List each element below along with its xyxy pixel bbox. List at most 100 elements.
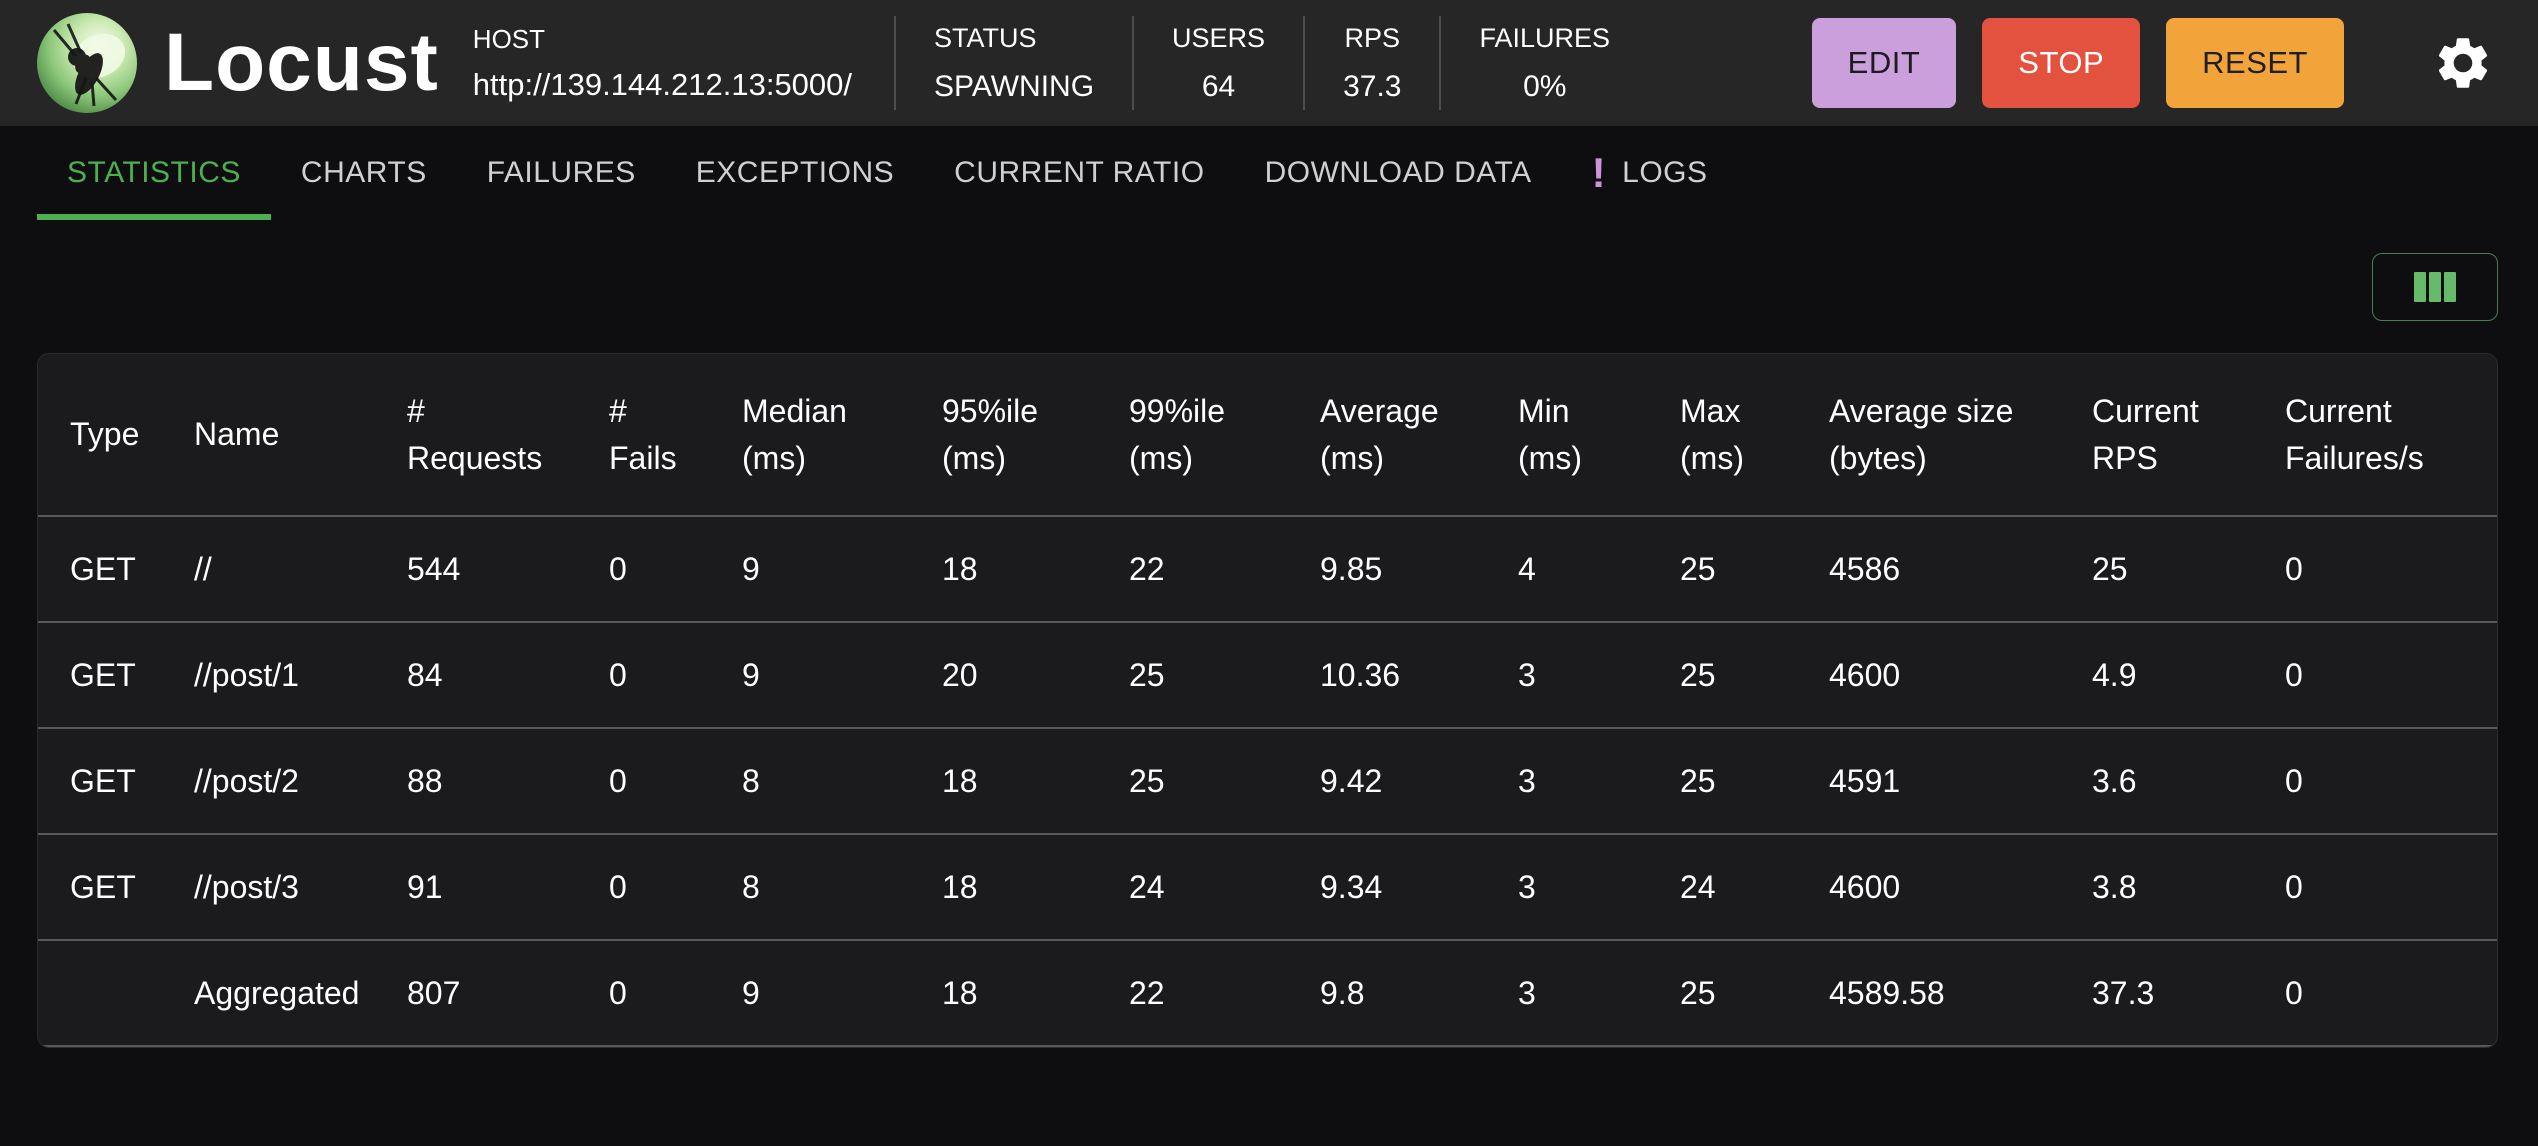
- table-cell: 3: [1486, 834, 1648, 941]
- table-cell: 4600: [1797, 622, 2060, 729]
- table-cell: 4591: [1797, 728, 2060, 835]
- column-header-current-failures-s[interactable]: Current Failures/s: [2253, 354, 2497, 517]
- table-row: GET//post/3 91 0 8 18 24 9.34 3 24 4600 3.8 0: [38, 834, 2497, 941]
- table-cell: [38, 940, 162, 1047]
- table-cell: 24: [1097, 834, 1288, 941]
- table-cell: 0: [577, 622, 710, 729]
- column-header-average-ms[interactable]: Average (ms): [1288, 354, 1486, 517]
- locust-logo-icon: [37, 13, 137, 113]
- table-cell: 25: [1648, 622, 1797, 729]
- table-cell: 0: [2253, 940, 2497, 1047]
- stat-value: 64: [1201, 69, 1236, 103]
- table-cell: GET: [38, 516, 162, 623]
- table-cell: 9.8: [1288, 940, 1486, 1047]
- table-cell: 4600: [1797, 834, 2060, 941]
- column-visibility-button[interactable]: [2372, 253, 2498, 321]
- tab-label: STATISTICS: [67, 156, 241, 189]
- table-body: GET//544 0 9 18 22 9.85 4 25 4586 25 0 GET//post/1 8…: [38, 516, 2497, 1047]
- tab-logs[interactable]: ! LOGS: [1562, 126, 1738, 220]
- tab-label: DOWNLOAD DATA: [1264, 156, 1532, 189]
- table-row: Aggregated 807 0 9 18 22 9.8 3 25 4589.58 37.3 0: [38, 940, 2497, 1047]
- table-cell: 18: [910, 940, 1097, 1047]
- table-cell: 0: [2253, 834, 2497, 941]
- table-cell: 3.8: [2060, 834, 2253, 941]
- tab-bar: STATISTICS CHARTS FAILURES EXCEPTIONS CURREN…: [0, 126, 2538, 220]
- tab-charts[interactable]: CHARTS: [271, 126, 457, 220]
- table-cell: 84: [375, 622, 577, 729]
- table-cell: 807: [375, 940, 577, 1047]
- table-cell: 20: [910, 622, 1097, 729]
- reset-button[interactable]: RESET: [2166, 18, 2344, 108]
- table-cell: 0: [577, 940, 710, 1047]
- table-cell: //post/3: [162, 834, 375, 941]
- table-cell: 9.85: [1288, 516, 1486, 623]
- stat-value: SPAWNING: [934, 69, 1095, 103]
- table-cell: 9: [710, 516, 910, 623]
- table-cell: GET: [38, 834, 162, 941]
- table-cell: 25: [1648, 940, 1797, 1047]
- header-stats: STATUS SPAWNING USERS 64 RPS 37.3 FAILURES 0%: [894, 0, 1648, 126]
- column-header-99-ile-ms[interactable]: 99%ile (ms): [1097, 354, 1288, 517]
- table-toolbar: [37, 253, 2498, 321]
- columns-icon: [2414, 272, 2456, 302]
- host-label: HOST: [472, 23, 546, 54]
- stat-label: STATUS: [934, 22, 1037, 53]
- stat-failures: FAILURES 0%: [1441, 23, 1648, 104]
- table-cell: 3: [1486, 622, 1648, 729]
- column-header-average-size-bytes[interactable]: Average size (bytes): [1797, 354, 2060, 517]
- table-cell: //post/1: [162, 622, 375, 729]
- host-block: HOST http://139.144.212.13:5000/: [473, 24, 852, 103]
- table-cell: 37.3: [2060, 940, 2253, 1047]
- table-cell: 88: [375, 728, 577, 835]
- column-header-95-ile-ms[interactable]: 95%ile (ms): [910, 354, 1097, 517]
- column-header-median-ms[interactable]: Median (ms): [710, 354, 910, 517]
- table-cell: 91: [375, 834, 577, 941]
- stop-button[interactable]: STOP: [1982, 18, 2141, 108]
- column-header-current-rps[interactable]: Current RPS: [2060, 354, 2253, 517]
- table-cell: 18: [910, 834, 1097, 941]
- table-cell: 18: [910, 516, 1097, 623]
- column-header-name[interactable]: Name: [162, 354, 375, 517]
- edit-button[interactable]: EDIT: [1811, 18, 1957, 108]
- table-cell: 25: [1648, 728, 1797, 835]
- settings-button[interactable]: [2432, 32, 2494, 94]
- table-cell: 3: [1486, 728, 1648, 835]
- table-cell: 4586: [1797, 516, 2060, 623]
- column-header-max-ms[interactable]: Max (ms): [1648, 354, 1797, 517]
- stat-value: 0%: [1523, 69, 1567, 103]
- table-cell: //: [162, 516, 375, 623]
- locust-logo[interactable]: [36, 12, 138, 114]
- app-header: Locust HOST http://139.144.212.13:5000/ …: [0, 0, 2538, 126]
- table-cell: 18: [910, 728, 1097, 835]
- main-content: Type Name # Requests # Fails Median (ms) 95%i…: [0, 253, 2538, 1048]
- statistics-table: Type Name # Requests # Fails Median (ms) 95%i…: [38, 354, 2497, 1047]
- table-cell: GET: [38, 622, 162, 729]
- table-cell: 3.6: [2060, 728, 2253, 835]
- table-cell: 25: [2060, 516, 2253, 623]
- tab-download-data[interactable]: DOWNLOAD DATA: [1235, 126, 1562, 220]
- tab-current-ratio[interactable]: CURRENT RATIO: [924, 126, 1234, 220]
- column-header-fails[interactable]: # Fails: [577, 354, 710, 517]
- tab-exceptions[interactable]: EXCEPTIONS: [666, 126, 924, 220]
- column-header-type[interactable]: Type: [38, 354, 162, 517]
- table-cell: 0: [577, 834, 710, 941]
- table-cell: 0: [577, 516, 710, 623]
- table-cell: 3: [1486, 940, 1648, 1047]
- table-cell: 25: [1097, 728, 1288, 835]
- table-cell: 544: [375, 516, 577, 623]
- tab-label: LOGS: [1622, 156, 1708, 189]
- tab-statistics[interactable]: STATISTICS: [37, 126, 271, 220]
- host-url: http://139.144.212.13:5000/: [472, 66, 853, 102]
- table-cell: 0: [2253, 516, 2497, 623]
- column-header-min-ms[interactable]: Min (ms): [1486, 354, 1648, 517]
- alert-badge-icon: !: [1591, 149, 1607, 196]
- table-header-row: Type Name # Requests # Fails Median (ms) 95%i…: [38, 354, 2497, 517]
- stat-label: RPS: [1344, 22, 1401, 53]
- table-cell: 24: [1648, 834, 1797, 941]
- table-row: GET//544 0 9 18 22 9.85 4 25 4586 25 0: [38, 516, 2497, 623]
- table-row: GET//post/1 84 0 9 20 25 10.36 3 25 4600 4.9 0: [38, 622, 2497, 729]
- app-title: Locust: [164, 17, 439, 108]
- tab-label: EXCEPTIONS: [695, 156, 895, 189]
- tab-failures[interactable]: FAILURES: [457, 126, 666, 220]
- column-header-requests[interactable]: # Requests: [375, 354, 577, 517]
